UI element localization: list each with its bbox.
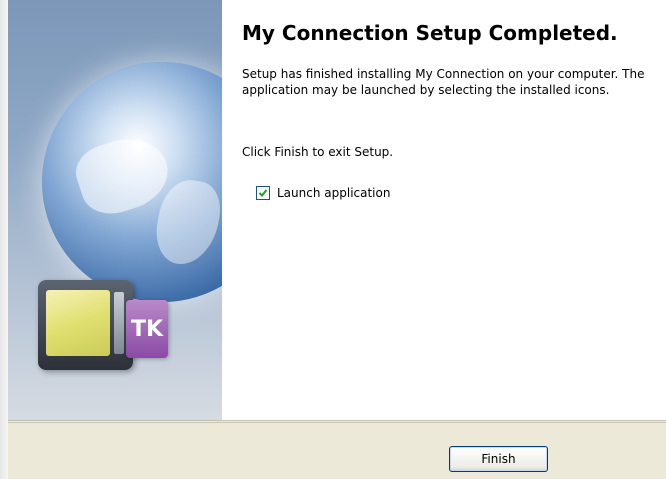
checkmark-icon bbox=[258, 189, 268, 197]
completion-message: Setup has finished installing My Connect… bbox=[242, 67, 645, 97]
sim-card-graphic: TK bbox=[126, 300, 168, 358]
page-title: My Connection Setup Completed. bbox=[242, 21, 618, 45]
left-edge bbox=[0, 0, 8, 479]
device-slot bbox=[114, 292, 124, 354]
exit-instruction: Click Finish to exit Setup. bbox=[242, 145, 394, 159]
device-screen bbox=[46, 290, 110, 356]
finish-button[interactable]: Finish bbox=[449, 446, 548, 472]
launch-application-label[interactable]: Launch application bbox=[277, 186, 390, 200]
wizard-side-image: TK bbox=[8, 0, 222, 420]
setup-wizard-window: TK My Connection Setup Completed. Setup … bbox=[8, 0, 666, 479]
launch-application-option[interactable]: Launch application bbox=[256, 186, 390, 200]
wizard-content: My Connection Setup Completed. Setup has… bbox=[238, 0, 658, 420]
device-graphic bbox=[38, 280, 133, 370]
wizard-footer: Finish bbox=[8, 422, 666, 479]
launch-application-checkbox[interactable] bbox=[256, 186, 270, 200]
